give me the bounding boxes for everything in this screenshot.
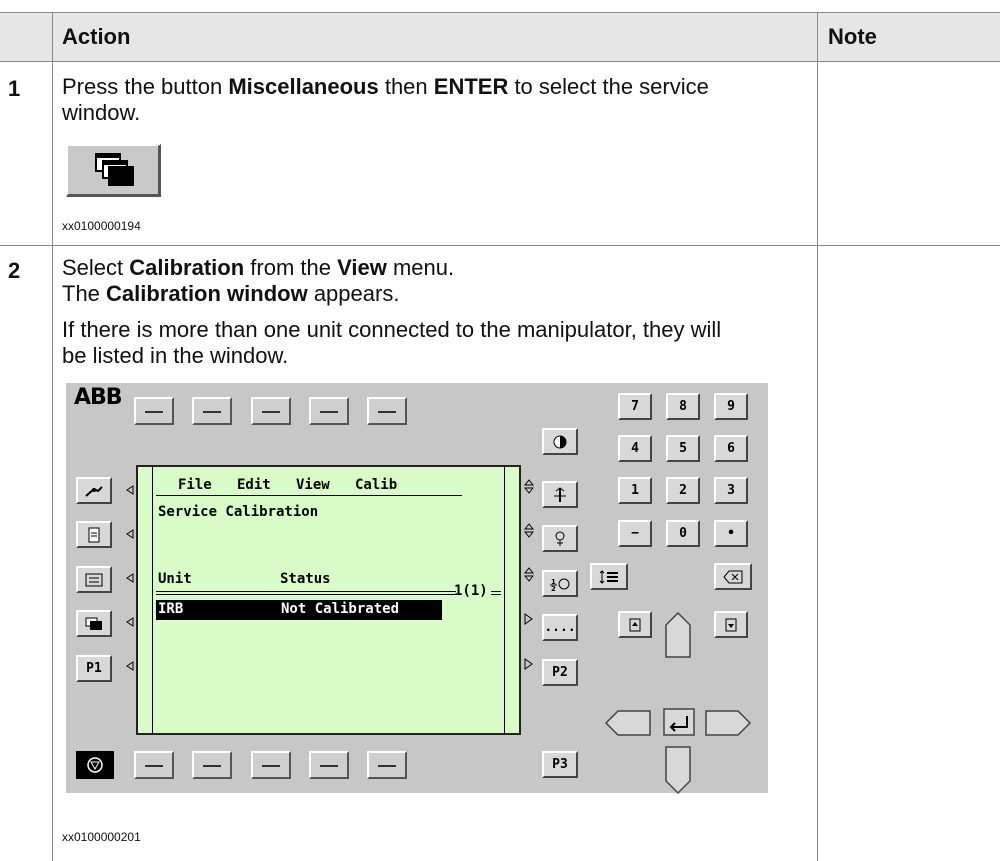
numpad-key-5[interactable]: 5 xyxy=(666,435,700,462)
function-key[interactable] xyxy=(134,397,174,425)
step-2-line-3: If there is more than one unit connected… xyxy=(62,317,722,342)
contrast-icon xyxy=(553,435,567,448)
header-note: Note xyxy=(828,24,877,49)
figure-caption: xx0100000201 xyxy=(62,830,141,844)
unit-status: Not Calibrated xyxy=(281,601,400,617)
abb-logo: ABB xyxy=(74,385,123,410)
teach-pendant-figure: ABB P1 File Edit View Calib Service Cali… xyxy=(66,383,768,795)
numpad-key-minus[interactable]: − xyxy=(618,520,652,547)
header-action: Action xyxy=(62,24,131,49)
counter-rule xyxy=(491,591,501,592)
windows-icon xyxy=(85,617,102,630)
screen-left-rule xyxy=(152,467,153,733)
function-key[interactable] xyxy=(367,751,407,779)
step-2-line-2: The Calibration window appears. xyxy=(62,281,400,306)
stop-icon xyxy=(87,757,103,773)
windows-icon xyxy=(95,153,134,186)
table-top-border xyxy=(0,12,1000,13)
arrow-left-key xyxy=(604,710,651,736)
numpad-key-1[interactable]: 1 xyxy=(618,477,652,504)
function-key[interactable] xyxy=(309,751,349,779)
incremental-key[interactable]: 12 xyxy=(542,570,578,597)
inputs-outputs-key[interactable] xyxy=(76,566,112,593)
numpad-key-dot[interactable]: • xyxy=(714,520,748,547)
tool-key[interactable] xyxy=(542,525,578,552)
left-arrow-markers xyxy=(126,485,134,671)
unit-name: IRB xyxy=(158,601,184,617)
lcd-screen: File Edit View Calib Service Calibration… xyxy=(136,465,521,735)
robot-arm-icon xyxy=(85,485,103,497)
function-key[interactable] xyxy=(309,397,349,425)
menu-bar[interactable]: File Edit View Calib xyxy=(178,477,397,493)
column-status: Status xyxy=(280,571,331,587)
backspace-icon xyxy=(723,570,743,583)
arrow-up-key xyxy=(665,611,691,658)
function-key[interactable] xyxy=(192,397,232,425)
miscellaneous-key[interactable] xyxy=(76,610,112,637)
stop-key[interactable] xyxy=(76,751,114,779)
numpad-key-8[interactable]: 8 xyxy=(666,393,700,420)
numpad-key-7[interactable]: 7 xyxy=(618,393,652,420)
row-divider xyxy=(0,245,1000,246)
arrow-down-key xyxy=(665,746,691,795)
program-key[interactable] xyxy=(76,521,112,548)
numpad-key-9[interactable]: 9 xyxy=(714,393,748,420)
step-2-line-1: Select Calibration from the View menu. xyxy=(62,255,455,280)
step-1-line-2: window. xyxy=(62,100,141,125)
tool-icon xyxy=(555,531,565,546)
motion-key[interactable] xyxy=(542,481,578,508)
unit-counter: 1(1) xyxy=(454,583,488,599)
p2-key[interactable]: P2 xyxy=(542,659,578,686)
numpad-key-4[interactable]: 4 xyxy=(618,435,652,462)
double-rule-top xyxy=(156,591,456,592)
jogging-key[interactable] xyxy=(76,477,112,504)
double-rule-bottom xyxy=(156,594,456,595)
numpad-key-6[interactable]: 6 xyxy=(714,435,748,462)
step-number: 1 xyxy=(8,76,21,101)
window-title: Service Calibration xyxy=(158,504,319,520)
contrast-key[interactable] xyxy=(542,428,578,455)
arrow-keys[interactable] xyxy=(598,605,758,795)
function-key[interactable] xyxy=(251,397,291,425)
more-key[interactable]: .... xyxy=(542,614,578,641)
numpad-key-0[interactable]: 0 xyxy=(666,520,700,547)
enter-key xyxy=(663,708,695,736)
selected-unit-row[interactable]: IRB Not Calibrated xyxy=(156,600,442,620)
column-divider-note xyxy=(817,12,818,861)
function-key[interactable] xyxy=(134,751,174,779)
function-key[interactable] xyxy=(367,397,407,425)
miscellaneous-button[interactable] xyxy=(66,144,161,197)
motion-icon xyxy=(554,486,566,502)
column-divider-number xyxy=(52,12,53,861)
delete-key[interactable] xyxy=(714,563,752,590)
step-2-line-4: be listed in the window. xyxy=(62,343,289,368)
step-number: 2 xyxy=(8,258,21,283)
column-unit: Unit xyxy=(158,571,192,587)
svg-text:2: 2 xyxy=(551,585,556,592)
p1-key[interactable]: P1 xyxy=(76,655,112,682)
menu-underline xyxy=(156,495,462,496)
counter-rule xyxy=(491,594,501,595)
right-arrow-markers xyxy=(524,479,534,670)
p3-key[interactable]: P3 xyxy=(542,751,578,778)
io-icon xyxy=(85,573,103,586)
incremental-icon: 12 xyxy=(550,578,570,592)
function-key[interactable] xyxy=(192,751,232,779)
arrow-right-key xyxy=(705,710,752,736)
header-divider xyxy=(0,61,1000,62)
step-1-line-1: Press the button Miscellaneous then ENTE… xyxy=(62,74,709,99)
figure-caption: xx0100000194 xyxy=(62,219,141,233)
numpad-key-3[interactable]: 3 xyxy=(714,477,748,504)
list-icon xyxy=(599,569,618,584)
document-icon xyxy=(88,527,100,542)
list-key[interactable] xyxy=(590,563,628,590)
numpad-key-2[interactable]: 2 xyxy=(666,477,700,504)
function-key[interactable] xyxy=(251,751,291,779)
screen-right-rule xyxy=(504,467,505,733)
